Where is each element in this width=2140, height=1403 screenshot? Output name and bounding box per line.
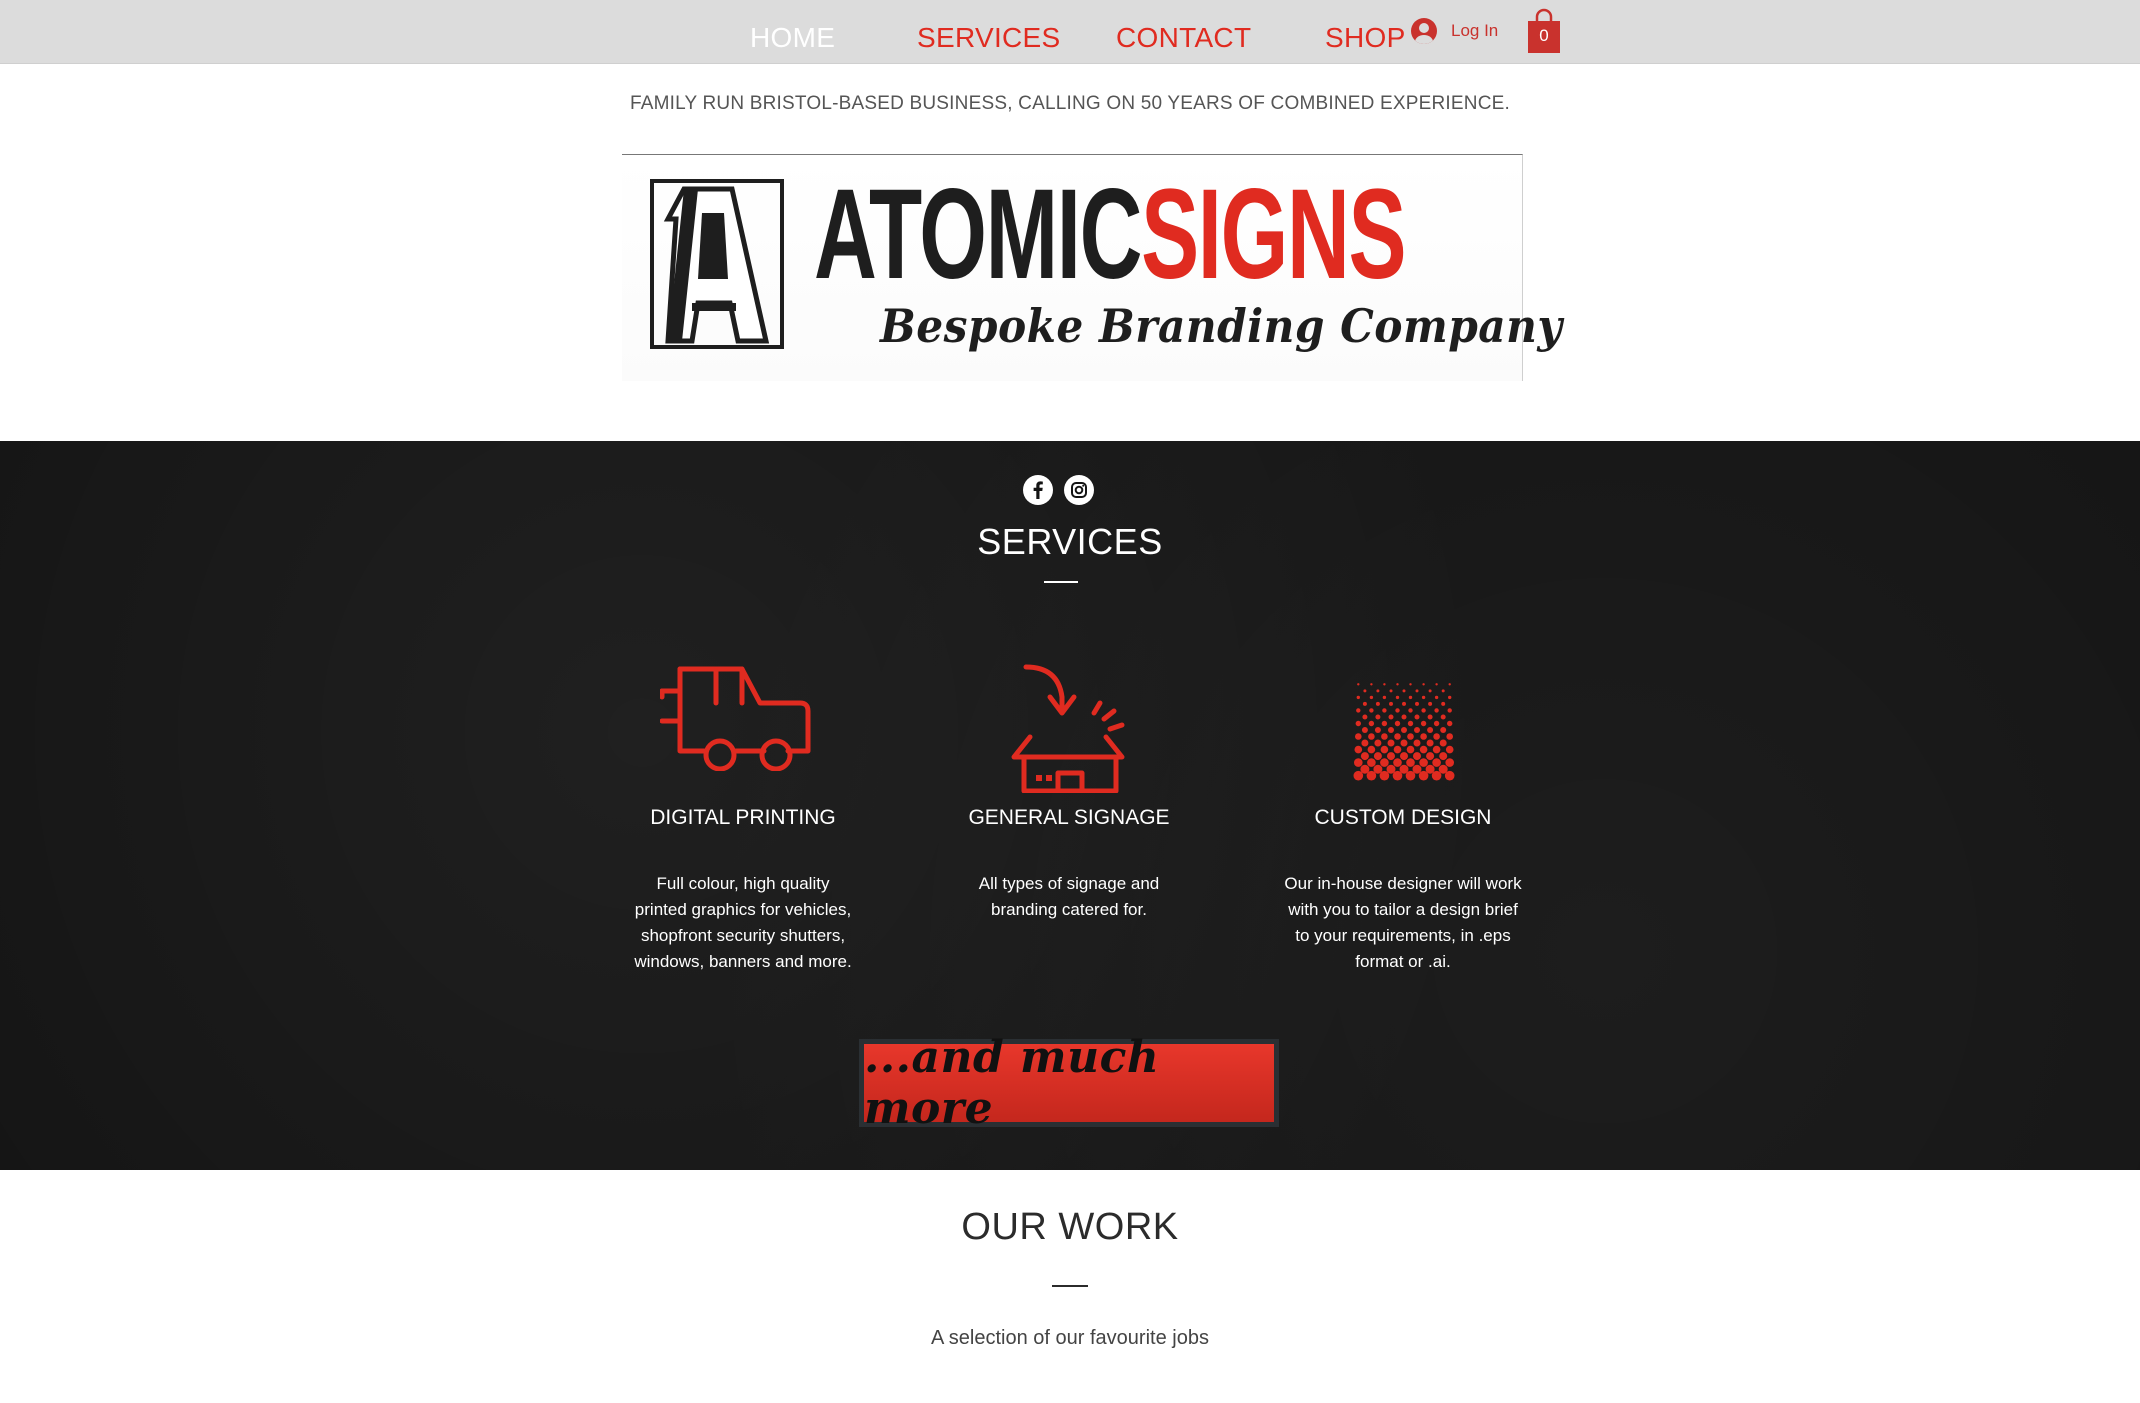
- service-heading-digital-printing: DIGITAL PRINTING: [650, 806, 836, 829]
- services-divider: [1044, 581, 1078, 583]
- cart-count-badge: 0: [1539, 26, 1549, 45]
- logo-word-signs: SIGNS: [1141, 163, 1406, 306]
- service-description-line: All types of signage and: [978, 874, 1160, 893]
- our-work-divider: [1052, 1285, 1088, 1287]
- service-description-line: Full colour, high quality: [656, 874, 830, 893]
- halftone-diamond-icon: [1339, 665, 1469, 800]
- login-label: Log In: [1451, 21, 1499, 40]
- logo-wordmark: ATOMICSIGNS: [814, 163, 1406, 306]
- instagram-icon: [1071, 482, 1087, 498]
- and-much-more-button[interactable]: ...and much more: [859, 1032, 1279, 1134]
- business-tagline: FAMILY RUN BRISTOL-BASED BUSINESS, CALLI…: [630, 93, 1510, 114]
- service-description-general-signage: All types of signage and branding catere…: [919, 871, 1219, 923]
- services-section: SERVICES DIGITAL PRINTING Full colour, h…: [0, 441, 2140, 1170]
- nav-shop-link[interactable]: SHOP: [1325, 18, 1406, 58]
- nav-home-link[interactable]: HOME: [750, 18, 835, 58]
- top-nav-bar: HOME SERVICES CONTACT SHOP Log In 0: [0, 0, 2140, 64]
- cart-button[interactable]: 0: [1526, 8, 1562, 54]
- instagram-link[interactable]: [1064, 475, 1094, 505]
- logo-word-atomic: ATOMIC: [814, 163, 1142, 306]
- and-much-more-label: ...and much more: [864, 1032, 1160, 1134]
- facebook-link[interactable]: [1023, 475, 1053, 505]
- our-work-heading: OUR WORK: [961, 1206, 1179, 1248]
- service-description-custom-design: Our in-house designer will work with you…: [1253, 871, 1553, 975]
- service-description-line: format or .ai.: [1355, 952, 1451, 971]
- service-description-line: to your requirements, in .eps: [1295, 926, 1511, 945]
- brand-logo-banner: ATOMICSIGNS Bespoke Branding Company: [622, 154, 1562, 381]
- user-avatar-icon: [1411, 18, 1437, 44]
- services-heading: SERVICES: [977, 521, 1163, 562]
- service-heading-general-signage: GENERAL SIGNAGE: [968, 806, 1170, 829]
- service-description-line: branding catered for.: [991, 900, 1147, 919]
- logo-monogram-icon: [650, 179, 784, 349]
- service-description-line: windows, banners and more.: [634, 952, 852, 971]
- service-description-line: Our in-house designer will work: [1284, 874, 1522, 893]
- nav-contact-link[interactable]: CONTACT: [1116, 18, 1251, 58]
- login-button[interactable]: Log In: [1411, 14, 1498, 48]
- facebook-icon: [1033, 481, 1043, 499]
- and-much-more-button-face: ...and much more: [864, 1032, 1274, 1134]
- delivery-van-icon: [659, 663, 812, 776]
- service-description-line: with you to tailor a design brief: [1288, 900, 1518, 919]
- service-heading-custom-design: CUSTOM DESIGN: [1314, 806, 1492, 829]
- service-description-digital-printing: Full colour, high quality printed graphi…: [593, 871, 893, 975]
- storefront-arrow-icon: [1010, 661, 1136, 798]
- logo-tagline: Bespoke Branding Company: [880, 299, 1563, 353]
- nav-services-link[interactable]: SERVICES: [917, 18, 1061, 58]
- service-description-line: shopfront security shutters,: [640, 926, 846, 945]
- our-work-subtitle: A selection of our favourite jobs: [931, 1327, 1209, 1349]
- service-description-line: printed graphics for vehicles,: [634, 900, 852, 919]
